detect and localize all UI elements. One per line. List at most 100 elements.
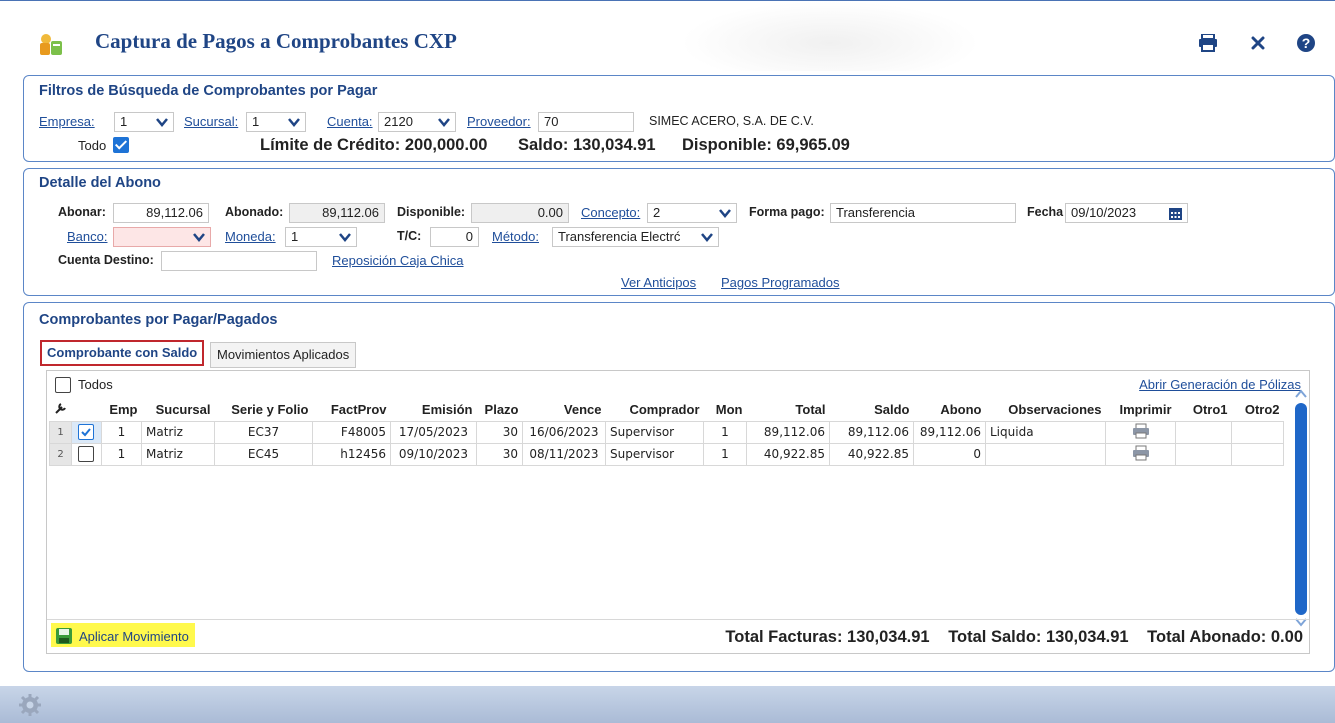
gear-icon[interactable]	[18, 693, 42, 717]
cell-abono[interactable]: 0	[913, 442, 986, 466]
cell-total: 89,112.06	[746, 420, 830, 444]
cell-imprimir[interactable]	[1105, 442, 1176, 466]
ver-anticipos-link[interactable]: Ver Anticipos	[621, 275, 696, 290]
abonar-label: Abonar:	[58, 205, 106, 219]
chevron-down-icon	[288, 118, 300, 127]
table-row[interactable]: 1 1 Matriz EC37 F48005 17/05/2023 30 16/…	[49, 420, 1284, 444]
cell-abono[interactable]: 89,112.06	[913, 420, 986, 444]
column-header[interactable]: Mon	[704, 399, 747, 421]
row-select-cell[interactable]	[71, 442, 102, 466]
column-header[interactable]: Otro1	[1176, 399, 1232, 421]
help-button[interactable]: ?	[1296, 33, 1316, 53]
chevron-down-icon	[719, 209, 731, 218]
pagos-programados-link[interactable]: Pagos Programados	[721, 275, 840, 290]
cuenta-destino-input[interactable]	[161, 251, 317, 271]
row-select-cell[interactable]	[71, 420, 102, 444]
sucursal-label[interactable]: Sucursal:	[184, 114, 238, 129]
forma-pago-input[interactable]: Transferencia	[830, 203, 1016, 223]
abrir-generacion-polizas-link[interactable]: Abrir Generación de Pólizas	[1139, 377, 1301, 392]
fecha-label: Fecha	[1027, 205, 1064, 219]
save-icon	[56, 628, 72, 644]
column-header[interactable]: Plazo	[477, 399, 523, 421]
table-row[interactable]: 2 1 Matriz EC45 h12456 09/10/2023 30 08/…	[49, 442, 1284, 466]
banco-label[interactable]: Banco:	[67, 229, 107, 244]
column-settings-header[interactable]	[50, 399, 72, 421]
abonar-input[interactable]: 89,112.06	[113, 203, 209, 223]
column-header[interactable]: Saldo	[830, 399, 914, 421]
close-button[interactable]	[1248, 33, 1268, 53]
todo-checkbox[interactable]	[113, 137, 129, 153]
disponible-label: Disponible:	[397, 205, 466, 219]
tc-input[interactable]: 0	[430, 227, 479, 247]
cell-vence: 08/11/2023	[522, 442, 606, 466]
row-checkbox[interactable]	[78, 445, 94, 462]
metodo-value: Transferencia Electrć	[558, 229, 681, 244]
cell-observaciones[interactable]: Liquida	[985, 420, 1106, 444]
concepto-label[interactable]: Concepto:	[581, 205, 640, 220]
cell-otro1	[1175, 442, 1232, 466]
calendar-icon[interactable]	[1168, 206, 1183, 221]
wrench-icon[interactable]	[54, 402, 67, 415]
cell-emision: 09/10/2023	[390, 442, 477, 466]
cell-serie-folio: EC37	[214, 420, 313, 444]
cell-otro2	[1231, 420, 1284, 444]
column-header[interactable]: FactProv	[313, 399, 391, 421]
column-header[interactable]: Comprador	[606, 399, 704, 421]
column-header[interactable]: Abono	[914, 399, 986, 421]
column-header[interactable]: Imprimir	[1106, 399, 1176, 421]
tab-comprobante-con-saldo[interactable]: Comprobante con Saldo	[40, 340, 205, 366]
disponible-input: 0.00	[471, 203, 569, 223]
tab-movimientos-aplicados[interactable]: Movimientos Aplicados	[210, 342, 357, 368]
table-header-row: Emp Sucursal Serie y Folio FactProv Emis…	[50, 399, 1284, 421]
cell-total: 40,922.85	[746, 442, 830, 466]
sucursal-value: 1	[252, 114, 260, 129]
empresa-label[interactable]: Empresa:	[39, 114, 95, 129]
column-header[interactable]: Observaciones	[986, 399, 1106, 421]
header-watermark	[680, 1, 980, 71]
column-header[interactable]: Sucursal	[142, 399, 215, 421]
scrollbar-thumb[interactable]	[1295, 403, 1307, 615]
chevron-down-icon	[193, 233, 205, 242]
moneda-label[interactable]: Moneda:	[225, 229, 276, 244]
proveedor-input[interactable]: 70	[538, 112, 634, 132]
metodo-select[interactable]: Transferencia Electrć	[552, 227, 719, 247]
scroll-up-icon[interactable]	[1295, 389, 1307, 399]
proveedor-label[interactable]: Proveedor:	[467, 114, 531, 129]
sucursal-select[interactable]: 1	[246, 112, 306, 132]
comprobantes-table: Emp Sucursal Serie y Folio FactProv Emis…	[49, 399, 1284, 466]
moneda-select[interactable]: 1	[285, 227, 357, 247]
svg-text:?: ?	[1302, 35, 1311, 51]
column-header[interactable]: Otro2	[1232, 399, 1284, 421]
cell-plazo: 30	[476, 442, 523, 466]
fecha-input[interactable]: 09/10/2023	[1065, 203, 1188, 223]
column-header[interactable]: Emp	[102, 399, 142, 421]
cell-factprov: F48005	[312, 420, 391, 444]
proveedor-name: SIMEC ACERO, S.A. DE C.V.	[649, 114, 814, 128]
column-header[interactable]: Vence	[523, 399, 606, 421]
close-icon	[1251, 36, 1265, 50]
metodo-label[interactable]: Método:	[492, 229, 539, 244]
app-icon	[40, 34, 62, 55]
page-title: Captura de Pagos a Comprobantes CXP	[95, 29, 457, 53]
cell-imprimir[interactable]	[1105, 420, 1176, 444]
column-header[interactable]: Serie y Folio	[215, 399, 313, 421]
printer-icon[interactable]	[1132, 423, 1150, 439]
cell-saldo: 40,922.85	[829, 442, 914, 466]
print-icon	[1199, 34, 1217, 52]
column-header[interactable]: Emisión	[391, 399, 477, 421]
todos-checkbox[interactable]	[55, 377, 71, 393]
cuenta-label[interactable]: Cuenta:	[327, 114, 373, 129]
cuenta-select[interactable]: 2120	[378, 112, 456, 132]
empresa-select[interactable]: 1	[114, 112, 174, 132]
print-button[interactable]	[1198, 33, 1218, 53]
banco-select[interactable]	[113, 227, 211, 247]
aplicar-movimiento-button[interactable]: Aplicar Movimiento	[51, 623, 195, 647]
printer-icon[interactable]	[1132, 445, 1150, 461]
cell-observaciones[interactable]	[985, 442, 1106, 466]
cell-vence: 16/06/2023	[522, 420, 606, 444]
grid-scrollbar[interactable]	[1295, 389, 1307, 627]
column-header[interactable]: Total	[747, 399, 830, 421]
reposicion-caja-chica-link[interactable]: Reposición Caja Chica	[332, 253, 464, 268]
concepto-select[interactable]: 2	[647, 203, 737, 223]
row-checkbox[interactable]	[78, 423, 94, 440]
